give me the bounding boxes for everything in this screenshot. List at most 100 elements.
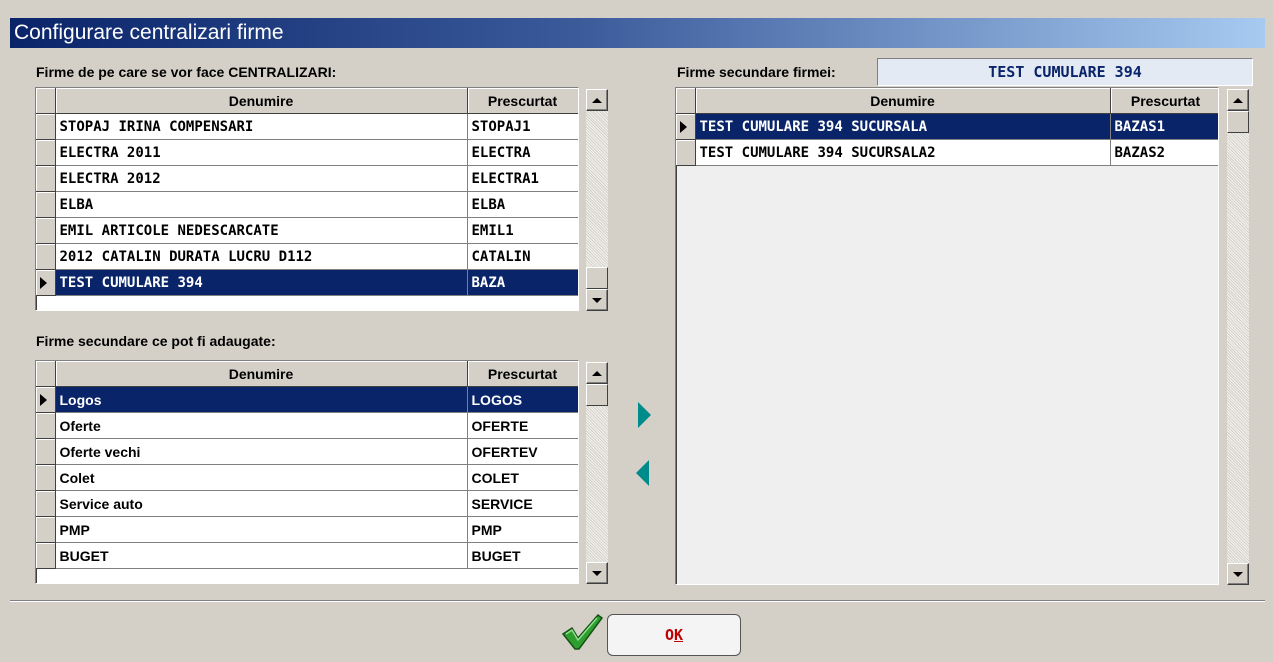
table-row[interactable]: TEST CUMULARE 394 SUCURSALA2 BAZAS2 (676, 139, 1218, 166)
cell-denumire[interactable]: Logos (55, 386, 468, 413)
scroll-up-button[interactable] (1227, 89, 1249, 111)
row-selector[interactable] (36, 165, 56, 192)
scroll-thumb[interactable] (586, 384, 608, 406)
cell-denumire[interactable]: TEST CUMULARE 394 (55, 269, 468, 296)
row-selector-header (676, 88, 696, 114)
centralizari-scrollbar[interactable] (586, 89, 608, 311)
cell-denumire[interactable]: STOPAJ IRINA COMPENSARI (55, 113, 468, 140)
scroll-down-icon (592, 297, 602, 303)
centralizari-table: Denumire Prescurtat STOPAJ IRINA COMPENS… (36, 88, 578, 296)
cell-prescurtat[interactable]: BAZA (467, 269, 578, 296)
table-row[interactable]: PMP PMP (36, 516, 578, 543)
table-row[interactable]: EMIL ARTICOLE NEDESCARCATE EMIL1 (36, 217, 578, 244)
cell-denumire[interactable]: 2012 CATALIN DURATA LUCRU D112 (55, 243, 468, 270)
column-header-denumire[interactable]: Denumire (695, 88, 1111, 114)
cell-denumire[interactable]: ELBA (55, 191, 468, 218)
table-row[interactable]: Service auto SERVICE (36, 490, 578, 517)
row-selector[interactable] (36, 269, 56, 296)
scroll-thumb[interactable] (1227, 111, 1249, 133)
secundare-disponibile-label: Firme secundare ce pot fi adaugate: (36, 333, 276, 349)
table-row[interactable]: ELECTRA 2011 ELECTRA (36, 139, 578, 166)
remove-firm-button[interactable] (636, 460, 649, 486)
ok-label-hotkey: K (674, 626, 684, 644)
cell-denumire[interactable]: ELECTRA 2012 (55, 165, 468, 192)
table-row[interactable]: Colet COLET (36, 464, 578, 491)
cell-denumire[interactable]: Oferte vechi (55, 438, 468, 465)
table-row[interactable]: Oferte OFERTE (36, 412, 578, 439)
column-header-prescurtat[interactable]: Prescurtat (1110, 88, 1218, 114)
add-firm-button[interactable] (638, 402, 651, 428)
scroll-thumb[interactable] (586, 267, 608, 289)
row-selector[interactable] (36, 113, 56, 140)
scroll-down-button[interactable] (586, 562, 608, 584)
table-row[interactable]: STOPAJ IRINA COMPENSARI STOPAJ1 (36, 113, 578, 140)
table-row[interactable]: Logos LOGOS (36, 386, 578, 413)
window-title-bar: Configurare centralizari firme (10, 18, 1265, 48)
secundare-disponibile-scrollbar[interactable] (586, 362, 608, 584)
cell-prescurtat[interactable]: OFERTE (467, 412, 578, 439)
column-header-denumire[interactable]: Denumire (55, 361, 468, 387)
cell-denumire[interactable]: TEST CUMULARE 394 SUCURSALA2 (695, 139, 1111, 166)
cell-prescurtat[interactable]: ELBA (467, 191, 578, 218)
row-selector[interactable] (36, 438, 56, 465)
scroll-down-button[interactable] (586, 289, 608, 311)
table-row[interactable]: ELECTRA 2012 ELECTRA1 (36, 165, 578, 192)
cell-prescurtat[interactable]: ELECTRA (467, 139, 578, 166)
cell-prescurtat[interactable]: COLET (467, 464, 578, 491)
grid-header-row: Denumire Prescurtat (36, 361, 578, 387)
cell-prescurtat[interactable]: PMP (467, 516, 578, 543)
cell-denumire[interactable]: PMP (55, 516, 468, 543)
ok-button[interactable]: OK (607, 614, 741, 656)
cell-prescurtat[interactable]: BUGET (467, 542, 578, 569)
cell-prescurtat[interactable]: EMIL1 (467, 217, 578, 244)
column-header-prescurtat[interactable]: Prescurtat (467, 88, 578, 114)
cell-denumire[interactable]: BUGET (55, 542, 468, 569)
cell-prescurtat[interactable]: BAZAS1 (1110, 113, 1218, 140)
scroll-up-icon (592, 97, 602, 103)
row-selector[interactable] (36, 490, 56, 517)
scroll-up-button[interactable] (586, 89, 608, 111)
row-selector[interactable] (36, 243, 56, 270)
triangle-right-icon (638, 402, 651, 428)
table-row[interactable]: 2012 CATALIN DURATA LUCRU D112 CATALIN (36, 243, 578, 270)
cell-prescurtat[interactable]: BAZAS2 (1110, 139, 1218, 166)
firme-secundare-scrollbar[interactable] (1227, 89, 1249, 585)
column-header-prescurtat[interactable]: Prescurtat (467, 361, 578, 387)
cell-denumire[interactable]: ELECTRA 2011 (55, 139, 468, 166)
column-header-denumire[interactable]: Denumire (55, 88, 468, 114)
row-selector[interactable] (676, 139, 696, 166)
ok-label-prefix: O (664, 626, 674, 644)
row-selector-header (36, 88, 56, 114)
cell-prescurtat[interactable]: LOGOS (467, 386, 578, 413)
table-row[interactable]: TEST CUMULARE 394 BAZA (36, 269, 578, 296)
scroll-up-button[interactable] (586, 362, 608, 384)
cell-denumire[interactable]: Service auto (55, 490, 468, 517)
row-selector[interactable] (36, 542, 56, 569)
row-selector[interactable] (36, 139, 56, 166)
row-selector[interactable] (36, 412, 56, 439)
green-checkmark-icon (560, 612, 604, 652)
secundare-disponibile-grid[interactable]: Denumire Prescurtat Logos LOGOS Oferte OFER… (35, 360, 579, 584)
row-selector[interactable] (676, 113, 696, 140)
cell-denumire[interactable]: EMIL ARTICOLE NEDESCARCATE (55, 217, 468, 244)
row-selector[interactable] (36, 191, 56, 218)
scroll-down-button[interactable] (1227, 563, 1249, 585)
cell-prescurtat[interactable]: ELECTRA1 (467, 165, 578, 192)
table-row[interactable]: TEST CUMULARE 394 SUCURSALA BAZAS1 (676, 113, 1218, 140)
cell-denumire[interactable]: Oferte (55, 412, 468, 439)
row-selector[interactable] (36, 386, 56, 413)
cell-prescurtat[interactable]: STOPAJ1 (467, 113, 578, 140)
cell-prescurtat[interactable]: SERVICE (467, 490, 578, 517)
table-row[interactable]: ELBA ELBA (36, 191, 578, 218)
cell-prescurtat[interactable]: CATALIN (467, 243, 578, 270)
firme-secundare-grid[interactable]: Denumire Prescurtat TEST CUMULARE 394 SU… (675, 87, 1219, 585)
cell-denumire[interactable]: Colet (55, 464, 468, 491)
cell-denumire[interactable]: TEST CUMULARE 394 SUCURSALA (695, 113, 1111, 140)
table-row[interactable]: BUGET BUGET (36, 542, 578, 569)
table-row[interactable]: Oferte vechi OFERTEV (36, 438, 578, 465)
row-selector[interactable] (36, 516, 56, 543)
row-selector[interactable] (36, 464, 56, 491)
row-selector[interactable] (36, 217, 56, 244)
centralizari-grid[interactable]: Denumire Prescurtat STOPAJ IRINA COMPENS… (35, 87, 579, 311)
cell-prescurtat[interactable]: OFERTEV (467, 438, 578, 465)
